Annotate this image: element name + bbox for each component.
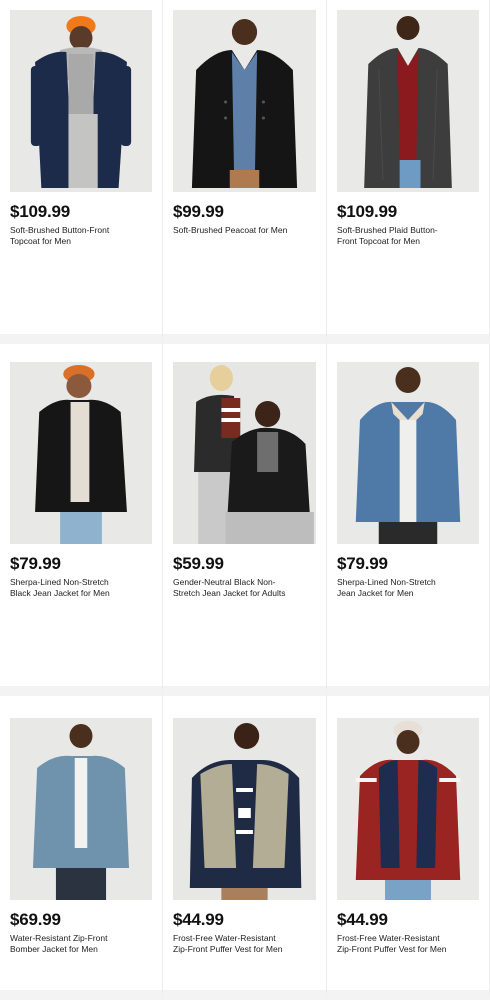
product-name[interactable]: Frost-Free Water-Resistant Zip-Front Puf… [173,933,291,955]
product-name[interactable]: Water-Resistant Zip-Front Bomber Jacket … [10,933,128,955]
product-price: $59.99 [173,554,224,573]
product-price: $109.99 [337,202,398,221]
product-image[interactable] [10,718,152,900]
product-card[interactable]: $79.99 Sherpa-Lined Non-Stretch Jean Jac… [327,344,490,696]
product-card[interactable]: $109.99 Soft-Brushed Plaid Button-Front … [327,0,490,344]
product-grid: $109.99 Soft-Brushed Button-Front Topcoa… [0,0,490,1000]
product-card[interactable]: $109.99 Soft-Brushed Button-Front Topcoa… [0,0,163,344]
product-image[interactable] [173,10,316,192]
product-name[interactable]: Gender-Neutral Black Non-Stretch Jean Ja… [173,577,291,599]
product-name[interactable]: Sherpa-Lined Non-Stretch Jean Jacket for… [337,577,455,599]
product-name[interactable]: Soft-Brushed Button-Front Topcoat for Me… [10,225,128,247]
product-card[interactable]: $44.99 Frost-Free Water-Resistant Zip-Fr… [163,696,327,1000]
product-image[interactable] [337,10,479,192]
product-image[interactable] [173,718,316,900]
product-name[interactable]: Sherpa-Lined Non-Stretch Black Jean Jack… [10,577,128,599]
product-price: $44.99 [337,910,388,929]
product-image[interactable] [337,718,479,900]
product-image[interactable] [173,362,316,544]
product-price: $44.99 [173,910,224,929]
product-price: $79.99 [10,554,61,573]
product-image[interactable] [10,10,152,192]
product-image[interactable] [10,362,152,544]
product-price: $99.99 [173,202,224,221]
product-price: $69.99 [10,910,61,929]
product-card[interactable]: $59.99 Gender-Neutral Black Non-Stretch … [163,344,327,696]
product-price: $109.99 [10,202,71,221]
product-price: $79.99 [337,554,388,573]
product-card[interactable]: $69.99 Water-Resistant Zip-Front Bomber … [0,696,163,1000]
product-card[interactable]: $99.99 Soft-Brushed Peacoat for Men [163,0,327,344]
product-name[interactable]: Frost-Free Water-Resistant Zip-Front Puf… [337,933,455,955]
product-card[interactable]: $44.99 Frost-Free Water-Resistant Zip-Fr… [327,696,490,1000]
product-image[interactable] [337,362,479,544]
product-card[interactable]: $79.99 Sherpa-Lined Non-Stretch Black Je… [0,344,163,696]
product-name[interactable]: Soft-Brushed Plaid Button-Front Topcoat … [337,225,455,247]
product-name[interactable]: Soft-Brushed Peacoat for Men [173,225,291,236]
